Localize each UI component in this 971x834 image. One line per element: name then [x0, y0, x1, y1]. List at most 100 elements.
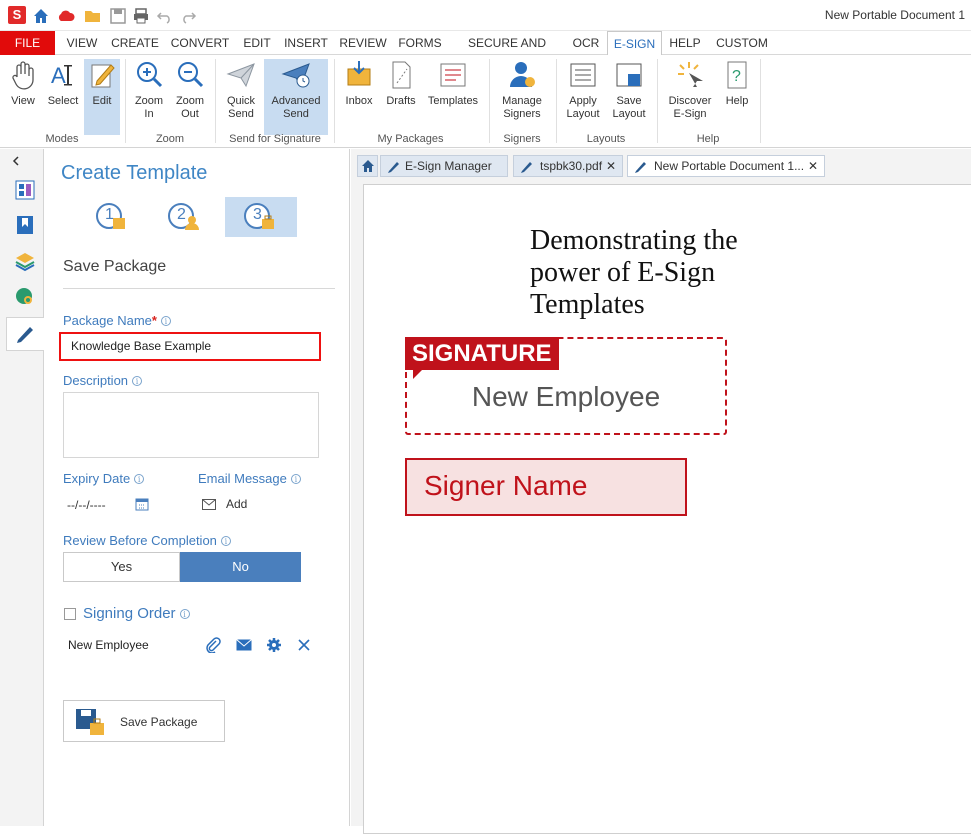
templates-button[interactable]: Templates [424, 59, 482, 129]
group-label-my-packages: My Packages [377, 133, 444, 145]
tab-file[interactable]: FILE [0, 31, 55, 55]
inbox-icon [347, 61, 371, 86]
cloud-icon[interactable] [56, 6, 76, 26]
redo-icon[interactable] [178, 6, 198, 26]
doctab-new-portable-document[interactable]: New Portable Document 1... ✕ [627, 155, 825, 177]
templates-icon [440, 63, 466, 87]
home-icon[interactable] [31, 6, 51, 26]
panel-title: Create Template [61, 162, 208, 184]
doctab-esign-manager[interactable]: E-Sign Manager [380, 155, 508, 177]
menu-bar: FILE VIEW CREATE CONVERT EDIT INSERT REV… [0, 31, 971, 74]
email-message-label: Email Message i [198, 471, 301, 486]
save-package-icon [76, 709, 104, 735]
layers-icon[interactable] [14, 250, 36, 272]
step-3-number: 3 [253, 206, 262, 223]
links-icon[interactable] [14, 286, 36, 308]
select-mode-button[interactable]: A Select [44, 59, 82, 129]
package-name-input[interactable]: Knowledge Base Example [59, 332, 321, 361]
close-icon[interactable]: ✕ [606, 156, 616, 176]
envelope-icon[interactable] [202, 499, 216, 510]
tab-create[interactable]: CREATE [110, 31, 160, 55]
tab-custom[interactable]: CUSTOM [712, 31, 772, 55]
tab-view[interactable]: VIEW [62, 31, 102, 55]
ribbon-separator [760, 59, 761, 143]
group-label-layouts: Layouts [586, 133, 626, 145]
undo-icon[interactable] [155, 6, 175, 26]
tab-edit[interactable]: EDIT [238, 31, 276, 55]
zoom-out-button[interactable]: Zoom Out [171, 59, 209, 129]
ribbon-separator [334, 59, 335, 143]
tab-secure-and-sign[interactable]: SECURE AND SIGN [452, 31, 562, 74]
email-add-link[interactable]: Add [226, 497, 247, 511]
manage-signers-button[interactable]: Manage Signers [494, 59, 550, 129]
signing-order-checkbox[interactable] [64, 608, 76, 620]
expiry-date-label: Expiry Date i [63, 471, 145, 486]
save-icon[interactable] [108, 6, 128, 26]
thumbnails-icon[interactable] [14, 179, 36, 201]
close-icon[interactable]: ✕ [808, 156, 818, 176]
esign-pen-icon[interactable] [14, 322, 36, 344]
doctab-tspbk30[interactable]: tspbk30.pdf ✕ [513, 155, 623, 177]
signature-field[interactable]: SIGNATURE New Employee [405, 337, 727, 435]
review-no-button[interactable]: No [180, 552, 301, 582]
edit-pencil-icon [91, 64, 115, 88]
step-3[interactable]: 3 [225, 197, 297, 237]
edit-mode-button[interactable]: Edit [84, 59, 120, 135]
email-icon[interactable] [236, 639, 252, 651]
gear-icon[interactable] [266, 637, 282, 653]
description-label: Description i [63, 373, 143, 388]
tab-insert[interactable]: INSERT [282, 31, 330, 55]
ribbon-separator [657, 59, 658, 143]
info-icon: i [134, 474, 145, 484]
attachment-icon[interactable] [205, 637, 221, 653]
step-2[interactable]: 2 [153, 197, 225, 237]
create-template-panel: Create Template 1 2 3 Save Package Packa… [45, 149, 350, 826]
signature-badge: SIGNATURE [405, 337, 559, 370]
svg-text:?: ? [732, 68, 741, 85]
svg-text:A: A [51, 63, 66, 88]
quick-send-label: Quick Send [226, 95, 256, 120]
pen-icon [635, 162, 646, 173]
tab-help[interactable]: HELP [666, 31, 704, 55]
doctab-label: New Portable Document 1... [654, 159, 805, 173]
info-icon: i [220, 536, 231, 546]
apply-layout-button[interactable]: Apply Layout [561, 59, 605, 129]
doctab-home[interactable] [357, 155, 378, 177]
user-gear-icon [510, 62, 535, 87]
tab-convert[interactable]: CONVERT [168, 31, 232, 55]
signer-name-field[interactable]: Signer Name [405, 458, 687, 516]
step-2-number: 2 [177, 206, 186, 223]
print-icon[interactable] [131, 6, 151, 26]
help-button[interactable]: ? Help [720, 59, 754, 129]
doctab-label: tspbk30.pdf [540, 159, 603, 173]
tab-ocr[interactable]: OCR [568, 31, 604, 55]
folder-open-icon[interactable] [83, 6, 103, 26]
collapse-icon[interactable] [10, 155, 22, 167]
view-mode-button[interactable]: View [6, 59, 40, 129]
remove-icon[interactable] [297, 638, 311, 652]
expiry-date-input[interactable]: --/--/---- [67, 498, 106, 512]
calendar-icon[interactable] [135, 497, 149, 511]
tab-forms[interactable]: FORMS [396, 31, 444, 55]
drafts-button[interactable]: Drafts [382, 59, 420, 129]
zoom-in-button[interactable]: Zoom In [130, 59, 168, 129]
home-icon [362, 160, 374, 172]
text-select-icon: A [51, 63, 72, 88]
quick-send-button[interactable]: Quick Send [220, 59, 262, 129]
review-before-completion-label: Review Before Completion i [63, 533, 231, 548]
app-logo[interactable]: S [8, 6, 26, 24]
advanced-send-button[interactable]: Advanced Send [264, 59, 328, 135]
group-label-modes: Modes [45, 133, 79, 145]
review-yes-button[interactable]: Yes [63, 552, 180, 582]
save-package-button[interactable]: Save Package [63, 700, 225, 742]
step-1[interactable]: 1 [81, 197, 153, 237]
package-name-label: Package Name* i [63, 313, 171, 328]
tab-review[interactable]: REVIEW [336, 31, 390, 55]
bookmark-icon[interactable] [14, 214, 36, 236]
inbox-button[interactable]: Inbox [339, 59, 379, 129]
tab-e-sign[interactable]: E-SIGN [607, 31, 662, 56]
save-layout-button[interactable]: Save Layout [607, 59, 651, 129]
description-input[interactable] [63, 392, 319, 458]
manage-signers-label: Manage Signers [502, 95, 542, 120]
discover-esign-button[interactable]: Discover E-Sign [662, 59, 718, 129]
